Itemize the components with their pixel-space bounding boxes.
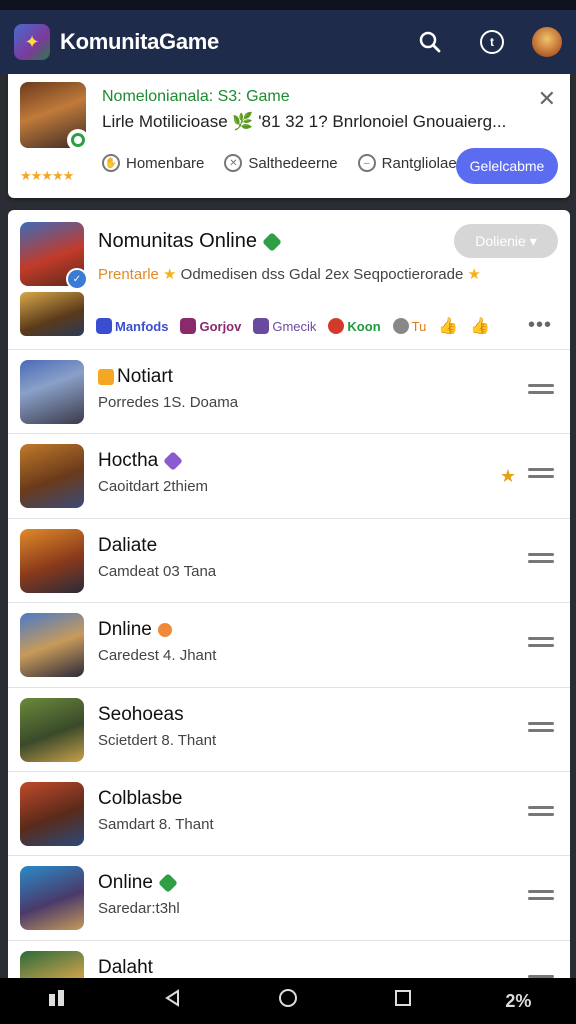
list-item[interactable]: Daliate Camdeat 03 Tana: [8, 519, 570, 604]
menu-icon[interactable]: [528, 890, 554, 906]
row-subtitle: Caoitdart 2thiem: [98, 478, 209, 496]
search-icon[interactable]: [412, 24, 448, 60]
featured-thumbnail[interactable]: [20, 292, 84, 336]
main-content: Nomelonianala: S3: Game Lirle Motilicioa…: [0, 74, 576, 978]
row-subtitle: Saredar:t3hl: [98, 900, 180, 918]
row-subtitle: Porredes 1S. Doama: [98, 394, 239, 411]
game-thumbnail[interactable]: [20, 866, 84, 931]
row-title: Dnline: [98, 619, 172, 641]
list-item[interactable]: Seohoeas Scietdert 8. Thant: [8, 688, 570, 772]
list-item[interactable]: Colblasbe Samdart 8. Thant: [8, 772, 570, 857]
thumbs-up-icon[interactable]: 👍: [438, 316, 458, 336]
game-thumbnail[interactable]: [20, 444, 84, 509]
status-bar: [0, 0, 576, 10]
list-item[interactable]: Dalaht: [8, 941, 570, 978]
verified-badge-icon: [67, 129, 89, 151]
row-subtitle: Caredest 4. Jhant: [98, 647, 217, 665]
star-icon: ★: [499, 466, 516, 487]
banner-game-image[interactable]: [20, 82, 89, 151]
system-nav-bar: 2%: [0, 978, 576, 1024]
featured-follow-button[interactable]: Dolienie ▾: [454, 224, 558, 258]
game-thumbnail[interactable]: [20, 613, 84, 678]
app-title: KomunitaGame: [60, 29, 219, 54]
tag-icon: [98, 369, 114, 385]
featured-chips: Manfods Gorjov Gmecik Koon Tu 👍 👍: [96, 316, 502, 336]
banner-action-hide[interactable]: – Rantgliolaeo: [357, 154, 465, 172]
top-app-bar: ✦ KomunitaGame t: [0, 10, 576, 74]
info-circle-icon[interactable]: t: [474, 24, 510, 60]
row-title: Notiart: [98, 366, 173, 388]
app-logo[interactable]: ✦: [14, 24, 50, 60]
recents-icon[interactable]: [383, 988, 423, 1014]
featured-item[interactable]: ✓ Nomunitas Online Prentarle ★ Odmedisen…: [8, 210, 570, 350]
row-title: Online: [98, 872, 178, 894]
menu-icon[interactable]: [528, 384, 554, 400]
list-item[interactable]: Notiart Porredes 1S. Doama: [8, 350, 570, 435]
back-icon[interactable]: [153, 988, 193, 1014]
chip-icon: [328, 318, 345, 334]
game-thumbnail[interactable]: [20, 360, 84, 424]
menu-icon[interactable]: [528, 468, 554, 484]
close-icon[interactable]: ✕: [538, 86, 556, 112]
star-icon: ★: [467, 266, 481, 283]
hand-icon: ✋: [102, 154, 120, 172]
banner-action-dismiss[interactable]: ✕ Salthedeerne: [224, 154, 338, 172]
gem-icon: [262, 231, 282, 252]
community-list: ✓ Nomunitas Online Prentarle ★ Odmedisen…: [8, 210, 570, 978]
row-title: Seohoeas: [98, 703, 184, 725]
row-subtitle: Camdeat 03 Tana: [98, 562, 217, 580]
featured-game-image[interactable]: ✓: [20, 222, 88, 290]
row-title: Hoctha: [98, 450, 184, 472]
home-icon[interactable]: [268, 987, 308, 1015]
more-options-icon[interactable]: •••: [528, 314, 552, 337]
list-item[interactable]: Dnline Caredest 4. Jhant: [8, 603, 570, 688]
chip-icon: [253, 318, 270, 334]
list-item[interactable]: Online Saredar:t3hl: [8, 856, 570, 941]
game-thumbnail[interactable]: [20, 781, 84, 846]
row-title: Daliate: [98, 534, 158, 556]
rating-stars: ★★★★★: [20, 168, 74, 183]
chip[interactable]: Gorjov: [180, 318, 241, 334]
close-circle-icon: ✕: [224, 154, 243, 172]
chip[interactable]: Gmecik: [253, 318, 316, 334]
chip-icon: [96, 318, 112, 334]
row-subtitle: Samdart 8. Thant: [98, 815, 214, 833]
menu-icon[interactable]: [528, 805, 554, 822]
featured-title: Nomunitas Online: [98, 230, 282, 253]
menu-icon[interactable]: [528, 552, 554, 569]
banner-subtitle: Lirle Motilicioase 🌿 '81 32 1? Bnrlonoie…: [102, 112, 507, 131]
list-item[interactable]: Hoctha Caoitdart 2thiem ★: [8, 434, 570, 519]
gem-icon: [158, 873, 178, 894]
chip[interactable]: Koon: [328, 318, 381, 334]
chip-icon: [392, 318, 409, 334]
row-title: Dalaht: [98, 956, 153, 978]
thumbs-up-icon[interactable]: 👍: [470, 316, 490, 336]
banner-title: Nomelonianala: S3: Game: [102, 88, 290, 105]
game-thumbnail[interactable]: [20, 950, 84, 978]
chip-icon: [180, 318, 197, 334]
banner-actions: ✋ Homenbare ✕ Salthedeerne – Rantgliolaeo: [102, 154, 485, 172]
gem-icon: [163, 451, 184, 472]
row-title: Colblasbe: [98, 787, 183, 809]
featured-description: Prentarle ★ Odmedisen dss Gdal 2ex Seqpo…: [98, 266, 481, 283]
apps-icon[interactable]: [38, 988, 78, 1014]
row-subtitle: Scietdert 8. Thant: [98, 731, 217, 749]
banner-primary-button[interactable]: Gelelcabme: [456, 148, 558, 184]
star-icon: ★: [163, 266, 177, 283]
game-thumbnail[interactable]: [20, 528, 84, 593]
emoji-icon: [157, 623, 172, 638]
game-thumbnail[interactable]: [20, 697, 84, 762]
shield-icon: ✓: [66, 268, 88, 290]
user-avatar[interactable]: [532, 27, 562, 57]
chip[interactable]: Tu: [392, 318, 426, 334]
promo-banner: Nomelonianala: S3: Game Lirle Motilicioa…: [8, 74, 570, 198]
keyboard-icon[interactable]: 2%: [498, 991, 538, 1012]
menu-icon[interactable]: [528, 721, 554, 738]
menu-icon[interactable]: [528, 637, 554, 653]
minus-circle-icon: –: [357, 154, 376, 172]
chip[interactable]: Manfods: [96, 318, 168, 334]
banner-action-like[interactable]: ✋ Homenbare: [102, 154, 204, 172]
